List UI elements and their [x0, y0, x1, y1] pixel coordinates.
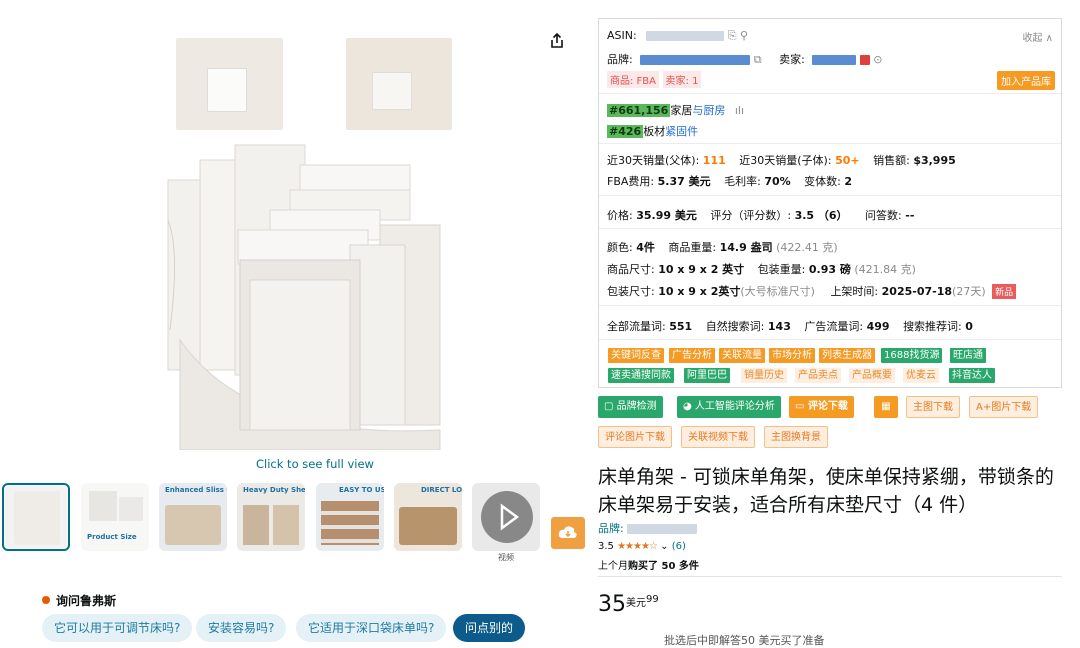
- thumb-tag-direct-lock: DIRECT LOCK: [421, 486, 462, 494]
- rank-row-1: #661,156 家居与厨房 ılı: [607, 104, 744, 117]
- asin-value-redacted: [646, 31, 725, 41]
- tag-aliexpress-same[interactable]: 速卖通搜同款: [608, 368, 674, 383]
- tag-selling-points[interactable]: 产品卖点: [795, 368, 841, 383]
- tag-wangdiantong[interactable]: 旺店通: [950, 348, 986, 363]
- rating-summary[interactable]: 3.5 ★★★★☆ ⌄ (6): [598, 541, 686, 552]
- rank1-category-link[interactable]: 与厨房: [692, 104, 725, 117]
- badge-sellers: 卖家: 1: [662, 71, 702, 88]
- aplus-image-download-button[interactable]: A+图片下载: [969, 396, 1039, 418]
- thumbnail-3[interactable]: Enhanced Sliss Quality: [159, 483, 227, 551]
- rufus-ask-other[interactable]: 问点别的: [453, 614, 526, 642]
- brand-value-redacted[interactable]: [640, 55, 751, 65]
- thumbnail-6[interactable]: DIRECT LOCK: [394, 483, 462, 551]
- ai-review-analysis-button[interactable]: ◕ 人工智能评论分析: [677, 396, 781, 418]
- tag-ad-analysis[interactable]: 广告分析: [669, 348, 715, 363]
- rufus-question-3[interactable]: 它适用于深口袋床单吗?: [296, 614, 447, 642]
- pkg-size-row: 包装尺寸: 10 x 9 x 2英寸(大号标准尺寸) 上架时间: 2025-07…: [607, 283, 1017, 299]
- rank-row-2: #426 板材紧固件: [607, 125, 699, 138]
- cloud-download-icon[interactable]: [551, 517, 585, 549]
- copy-icon[interactable]: ⎘: [728, 29, 737, 42]
- calculator-icon[interactable]: ▦: [874, 396, 898, 418]
- inset-holder-left: [207, 68, 247, 112]
- thumbnail-4[interactable]: Heavy Duty Sheet Holders: [237, 483, 305, 551]
- product-info-panel: 收起 ∧ ASIN: ⎘ ⚲ 品牌: ⧉ 卖家: ⊙ 商品: FBA 卖家: 1…: [598, 18, 1062, 388]
- thumb-tag-product-size: Product Size: [87, 533, 137, 541]
- thumb-tag-easy-to-use: EASY TO USE: [339, 486, 384, 494]
- tag-1688-source[interactable]: 1688找货源: [881, 348, 943, 363]
- asin-row: ASIN: ⎘ ⚲: [607, 29, 749, 42]
- click-to-full-view-link[interactable]: Click to see full view: [256, 457, 374, 471]
- keywords-row: 全部流量词: 551 自然搜索词: 143 广告流量词: 499 搜索推荐词: …: [607, 320, 973, 333]
- main-image-download-button[interactable]: 主图下载: [906, 396, 960, 418]
- brand-link[interactable]: 品牌:: [598, 520, 698, 536]
- thumb-tag-heavy-duty: Heavy Duty Sheet Holders: [243, 486, 305, 494]
- seller-value-redacted[interactable]: [812, 55, 857, 65]
- seller-flag-icon: [859, 55, 870, 65]
- brand-seller-row: 品牌: ⧉ 卖家: ⊙: [607, 53, 883, 66]
- sales-row: 近30天销量(父体): 111 近30天销量(子体): 50+ 销售额: $3,…: [607, 154, 956, 167]
- thumbnail-1[interactable]: [2, 483, 70, 551]
- add-to-library-button[interactable]: 加入产品库: [997, 71, 1055, 90]
- tag-market-analysis[interactable]: 市场分析: [769, 348, 815, 363]
- share-icon[interactable]: [548, 32, 566, 50]
- star-rating-icon: ★★★★☆: [617, 541, 658, 552]
- tag-listing-generator[interactable]: 列表生成器: [819, 348, 875, 363]
- thumbnail-2[interactable]: Product Size: [81, 483, 149, 551]
- badge-fba: 商品: FBA: [607, 71, 660, 88]
- size-row: 商品尺寸: 10 x 9 x 2 英寸 包装重量: 0.93 磅 (421.84…: [607, 263, 916, 276]
- location-icon[interactable]: ⚲: [740, 29, 748, 42]
- rank2-category-link[interactable]: 紧固件: [665, 125, 698, 138]
- tag-keyword-reverse[interactable]: 关键词反查: [608, 348, 664, 363]
- link-icon[interactable]: ⧉: [754, 53, 762, 66]
- video-label: 视频: [498, 553, 514, 562]
- new-badge: 新品: [992, 284, 1017, 299]
- main-product-image[interactable]: [0, 0, 585, 460]
- chevron-down-icon[interactable]: ⌄: [660, 541, 668, 552]
- tag-youmaiyun[interactable]: 优麦云: [903, 368, 939, 383]
- price-row: 价格: 35.99 美元 评分（评分数）: 3.5 （6） 问答数: --: [607, 209, 915, 222]
- ask-rufus-title: 询问鲁弗斯: [56, 594, 117, 608]
- product-illustration: [167, 144, 441, 450]
- inset-holder-right: [372, 72, 412, 110]
- fba-row: FBA费用: 5.37 美元 毛利率: 70% 变体数: 2: [607, 175, 853, 188]
- bought-last-month: 上个月购买了 50 多件: [598, 561, 699, 572]
- seller-location-icon[interactable]: ⊙: [873, 53, 882, 66]
- tag-alibaba[interactable]: 阿里巴巴: [684, 368, 730, 383]
- rufus-question-1[interactable]: 它可以用于可调节床吗?: [42, 614, 193, 642]
- badges-row: 商品: FBA 卖家: 1: [607, 71, 702, 88]
- review-download-button[interactable]: ▭ 评论下载: [789, 396, 854, 418]
- thumb-tag-enhanced: Enhanced Sliss Quality: [165, 486, 227, 494]
- partially-visible-text: 批选后中即解答50 美元买了准备: [664, 634, 825, 647]
- color-weight-row: 颜色: 4件 商品重量: 14.9 盎司 (422.41 克): [607, 241, 838, 254]
- tag-sales-history[interactable]: 销量历史: [741, 368, 787, 383]
- related-video-download-button[interactable]: 关联视频下载: [681, 426, 755, 448]
- product-title: 床单角架 - 可锁床单角架，使床单保持紧绷，带锁条的床单架易于安装，适合所有床垫…: [598, 466, 1054, 516]
- price: 35美元99: [598, 592, 659, 617]
- tag-douyin-influencer[interactable]: 抖音达人: [949, 368, 995, 383]
- video-thumbnail[interactable]: [472, 483, 540, 551]
- tag-product-summary[interactable]: 产品概要: [849, 368, 895, 383]
- rufus-question-2[interactable]: 安装容易吗?: [196, 614, 287, 642]
- tag-related-traffic[interactable]: 关联流量: [719, 348, 765, 363]
- review-image-download-button[interactable]: 评论图片下载: [598, 426, 672, 448]
- thumbnail-5[interactable]: EASY TO USE: [316, 483, 384, 551]
- brand-check-button[interactable]: ▢ 品牌检测: [598, 396, 663, 418]
- main-image-background-button[interactable]: 主图换背景: [764, 426, 828, 448]
- collapse-toggle[interactable]: 收起 ∧: [1023, 29, 1054, 44]
- rating-count-link[interactable]: (6): [672, 541, 686, 552]
- chart-icon[interactable]: ılı: [735, 104, 744, 117]
- play-icon: [481, 491, 533, 543]
